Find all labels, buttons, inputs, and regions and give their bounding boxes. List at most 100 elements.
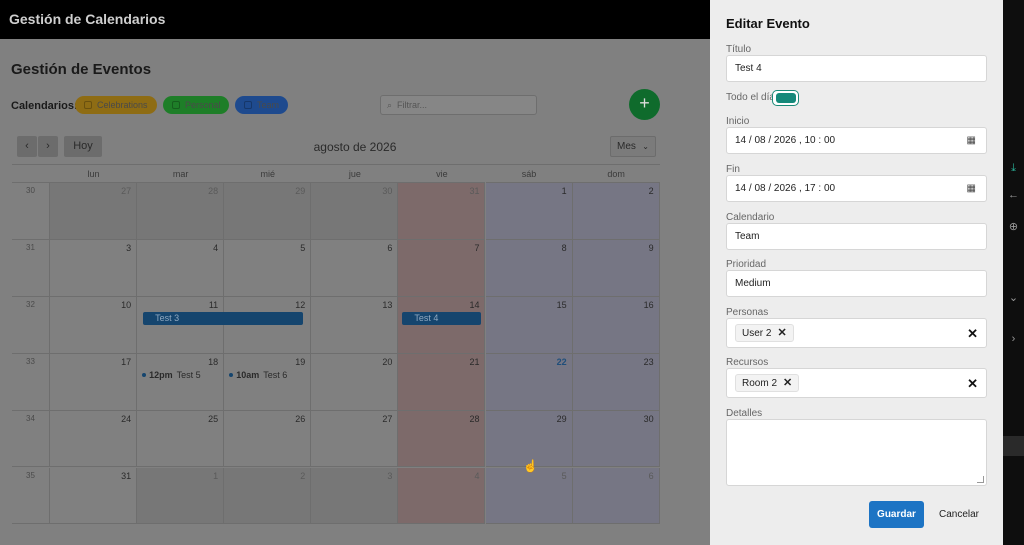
day-cell[interactable]: 16 <box>572 296 660 354</box>
allday-label: Todo el día <box>726 92 775 103</box>
day-cell[interactable]: 6 <box>572 467 660 525</box>
week-number: 34 <box>12 410 50 468</box>
day-cell[interactable]: 7 <box>398 239 486 297</box>
calendar-icon[interactable]: ▦ <box>967 176 976 201</box>
day-number: 14 <box>469 299 480 310</box>
clear-icon[interactable]: ✕ <box>967 369 978 399</box>
month-title: agosto de 2026 <box>313 140 397 154</box>
filter-input[interactable]: ⌕ Filtrar... <box>380 95 537 115</box>
day-cell[interactable]: 4 <box>137 239 225 297</box>
download-icon[interactable]: ⤓ <box>1003 162 1024 175</box>
day-cell[interactable]: 22 <box>485 353 573 411</box>
day-cell[interactable]: 11 <box>137 296 225 354</box>
day-number: 19 <box>295 356 306 367</box>
day-cell[interactable]: 1 <box>137 467 225 525</box>
day-cell[interactable]: 5 <box>485 467 573 525</box>
day-cell[interactable]: 15 <box>485 296 573 354</box>
resource-tag: Room 2 ✕ <box>735 374 800 392</box>
day-cell[interactable]: 19 <box>224 353 312 411</box>
day-cell[interactable]: 30 <box>572 410 660 468</box>
add-event-button[interactable]: + <box>629 89 660 120</box>
today-button[interactable]: Hoy <box>64 136 102 157</box>
prev-month-button[interactable]: ‹ <box>17 136 37 157</box>
resize-grip-icon[interactable] <box>977 476 984 483</box>
day-cell[interactable]: 3 <box>311 467 399 525</box>
week-number-label: 32 <box>26 299 35 309</box>
calendar-chip-personal[interactable]: Personal <box>163 96 229 114</box>
day-cell[interactable]: 31 <box>398 183 486 240</box>
plus-circle-icon[interactable]: ⊕ <box>1003 220 1024 233</box>
resources-label: Recursos <box>726 357 769 368</box>
checkbox-icon <box>84 101 92 109</box>
end-datetime-field[interactable]: 14 / 08 / 2026 , 17 : 00 ▦ <box>726 175 987 202</box>
day-number: 13 <box>382 299 393 310</box>
day-cell[interactable]: 2 <box>572 183 660 240</box>
chevron-down-icon[interactable]: ⌄ <box>1003 291 1024 304</box>
day-cell[interactable]: 28 <box>398 410 486 468</box>
day-cell[interactable]: 8 <box>485 239 573 297</box>
event-test-4[interactable]: Test 4 <box>402 311 482 325</box>
cancel-button[interactable]: Cancelar <box>934 501 984 528</box>
day-cell[interactable]: 27 <box>50 183 138 240</box>
day-cell[interactable]: 6 <box>311 239 399 297</box>
day-number: 22 <box>556 356 567 367</box>
day-cell[interactable]: 3 <box>50 239 138 297</box>
day-cell[interactable]: 21 <box>398 353 486 411</box>
save-button[interactable]: Guardar <box>869 501 924 528</box>
day-cell[interactable]: 26 <box>224 410 312 468</box>
people-select[interactable]: User 2 ✕ ✕ <box>726 318 987 348</box>
day-cell[interactable]: 30 <box>311 183 399 240</box>
event-test-3[interactable]: Test 3 <box>143 311 304 325</box>
day-cell[interactable]: 18 <box>137 353 225 411</box>
day-cell[interactable]: 27 <box>311 410 399 468</box>
day-cell[interactable]: 29 <box>224 183 312 240</box>
remove-tag-icon[interactable]: ✕ <box>783 377 792 389</box>
remove-tag-icon[interactable]: ✕ <box>777 327 786 339</box>
resource-tag-label: Room 2 <box>742 378 778 389</box>
day-cell[interactable]: 20 <box>311 353 399 411</box>
day-cell[interactable]: 4 <box>398 467 486 525</box>
view-select[interactable]: Mes ⌄ <box>610 136 656 157</box>
calendar-icon[interactable]: ▦ <box>967 128 976 153</box>
day-cell[interactable]: 24 <box>50 410 138 468</box>
day-cell[interactable]: 10 <box>50 296 138 354</box>
allday-toggle[interactable] <box>772 90 799 106</box>
clear-icon[interactable]: ✕ <box>967 319 978 349</box>
weekday-header: sáb <box>485 165 573 183</box>
day-cell[interactable]: 1 <box>485 183 573 240</box>
title-field[interactable]: Test 4 <box>726 55 987 82</box>
start-datetime-field[interactable]: 14 / 08 / 2026 , 10 : 00 ▦ <box>726 127 987 154</box>
day-cell[interactable]: 12 <box>224 296 312 354</box>
priority-select[interactable]: Medium <box>726 270 987 297</box>
event-test-5[interactable]: 12pm Test 5 <box>142 370 201 380</box>
weekday-header: lun <box>50 165 138 183</box>
day-cell[interactable]: 5 <box>224 239 312 297</box>
day-cell[interactable]: 31 <box>50 467 138 525</box>
calendars-label: Calendarios: <box>11 100 78 112</box>
day-number: 4 <box>474 470 480 481</box>
side-strip: ⤓ ← ⊕ ⌄ › <box>1003 0 1024 545</box>
next-month-button[interactable]: › <box>38 136 58 157</box>
details-label: Detalles <box>726 408 763 419</box>
day-cell[interactable]: 14 <box>398 296 486 354</box>
calendar-chip-celebrations[interactable]: Celebrations <box>75 96 157 114</box>
calendar-chip-team[interactable]: Team <box>235 96 288 114</box>
day-cell[interactable]: 23 <box>572 353 660 411</box>
details-textarea[interactable] <box>726 419 987 486</box>
day-number: 6 <box>648 470 654 481</box>
checkbox-icon <box>172 101 180 109</box>
day-cell[interactable]: 9 <box>572 239 660 297</box>
week-number-header <box>12 165 50 183</box>
day-cell[interactable]: 25 <box>137 410 225 468</box>
scroll-handle[interactable] <box>1003 436 1024 456</box>
calendar-select[interactable]: Team <box>726 223 987 250</box>
event-test-6[interactable]: 10am Test 6 <box>229 370 287 380</box>
day-cell[interactable]: 2 <box>224 467 312 525</box>
chevron-right-icon[interactable]: › <box>1003 333 1024 345</box>
day-cell[interactable]: 13 <box>311 296 399 354</box>
day-cell[interactable]: 17 <box>50 353 138 411</box>
day-cell[interactable]: 28 <box>137 183 225 240</box>
resources-select[interactable]: Room 2 ✕ ✕ <box>726 368 987 398</box>
day-number: 1 <box>561 186 567 196</box>
back-arrow-icon[interactable]: ← <box>1003 189 1024 201</box>
